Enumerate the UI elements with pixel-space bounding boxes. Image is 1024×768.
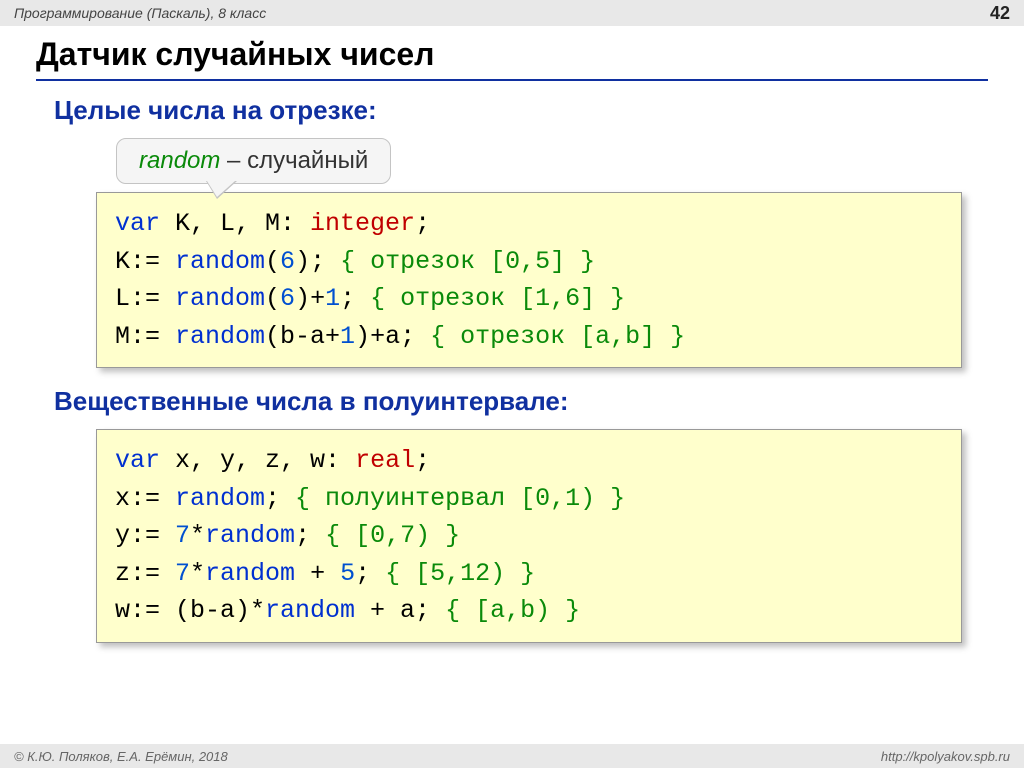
code-text: x:= (115, 484, 175, 513)
code-comment: { [a,b) } (445, 596, 580, 625)
code-text: ); (295, 247, 340, 276)
kw-var: var (115, 446, 160, 475)
code-num: 7 (175, 559, 190, 588)
kw-random: random (265, 596, 355, 625)
code-text: ( (265, 284, 280, 313)
tooltip-term: random (139, 147, 220, 174)
course-label: Программирование (Паскаль), 8 класс (14, 5, 266, 21)
code-line: var K, L, M: integer; (115, 205, 943, 243)
code-text: ( (265, 247, 280, 276)
kw-random: random (175, 322, 265, 351)
code-block-1: var K, L, M: integer; K:= random(6); { о… (96, 192, 962, 368)
tooltip-def: случайный (247, 147, 368, 174)
code-comment: { отрезок [1,6] } (370, 284, 625, 313)
code-text: ; (340, 284, 370, 313)
code-text: y:= (115, 521, 175, 550)
code-text: * (190, 559, 205, 588)
code-num: 6 (280, 247, 295, 276)
code-line: var x, y, z, w: real; (115, 442, 943, 480)
footer-authors: © К.Ю. Поляков, Е.А. Ерёмин, 2018 (14, 749, 228, 764)
code-line: x:= random; { полуинтервал [0,1) } (115, 480, 943, 518)
tooltip-tail (207, 181, 235, 197)
header-bar: Программирование (Паскаль), 8 класс 42 (0, 0, 1024, 26)
code-line: y:= 7*random; { [0,7) } (115, 517, 943, 555)
section-heading-2: Вещественные числа в полуинтервале: (54, 386, 988, 417)
kw-random: random (205, 521, 295, 550)
code-line: M:= random(b-a+1)+a; { отрезок [a,b] } (115, 318, 943, 356)
code-line: K:= random(6); { отрезок [0,5] } (115, 243, 943, 281)
code-text: )+ (295, 284, 325, 313)
tooltip-dash: – (220, 147, 247, 174)
code-text: ; (355, 559, 385, 588)
code-text: x, y, z, w: (160, 446, 355, 475)
code-text: + a; (355, 596, 445, 625)
code-line: L:= random(6)+1; { отрезок [1,6] } (115, 280, 943, 318)
section-heading-1: Целые числа на отрезке: (54, 95, 988, 126)
code-text: M:= (115, 322, 175, 351)
kw-var: var (115, 209, 160, 238)
kw-type: real (355, 446, 415, 475)
code-text: z:= (115, 559, 175, 588)
footer-url: http://kpolyakov.spb.ru (881, 749, 1010, 764)
code-text: + (295, 559, 340, 588)
code-text: ; (265, 484, 295, 513)
code-num: 7 (175, 521, 190, 550)
code-num: 5 (340, 559, 355, 588)
kw-random: random (175, 284, 265, 313)
footer-bar: © К.Ю. Поляков, Е.А. Ерёмин, 2018 http:/… (0, 744, 1024, 768)
code-num: 1 (325, 284, 340, 313)
code-text: w:= (b-a)* (115, 596, 265, 625)
code-comment: { отрезок [a,b] } (430, 322, 685, 351)
code-num: 6 (280, 284, 295, 313)
code-line: w:= (b-a)*random + a; { [a,b) } (115, 592, 943, 630)
code-text: K:= (115, 247, 175, 276)
code-block-2: var x, y, z, w: real; x:= random; { полу… (96, 429, 962, 643)
code-comment: { отрезок [0,5] } (340, 247, 595, 276)
code-comment: { [5,12) } (385, 559, 535, 588)
code-text: )+a; (355, 322, 430, 351)
code-text: L:= (115, 284, 175, 313)
code-text: (b-a+ (265, 322, 340, 351)
page-title: Датчик случайных чисел (36, 36, 988, 81)
code-num: 1 (340, 322, 355, 351)
code-text: * (190, 521, 205, 550)
code-text: K, L, M: (160, 209, 310, 238)
kw-random: random (175, 484, 265, 513)
code-text: ; (415, 209, 430, 238)
code-comment: { [0,7) } (325, 521, 460, 550)
tooltip-box: random – случайный (116, 138, 391, 184)
code-text: ; (295, 521, 325, 550)
code-line: z:= 7*random + 5; { [5,12) } (115, 555, 943, 593)
kw-type: integer (310, 209, 415, 238)
code-comment: { полуинтервал [0,1) } (295, 484, 625, 513)
slide-content: Датчик случайных чисел Целые числа на от… (0, 26, 1024, 643)
kw-random: random (205, 559, 295, 588)
page-number: 42 (990, 3, 1010, 24)
tooltip-callout: random – случайный (116, 138, 988, 184)
kw-random: random (175, 247, 265, 276)
code-text: ; (415, 446, 430, 475)
